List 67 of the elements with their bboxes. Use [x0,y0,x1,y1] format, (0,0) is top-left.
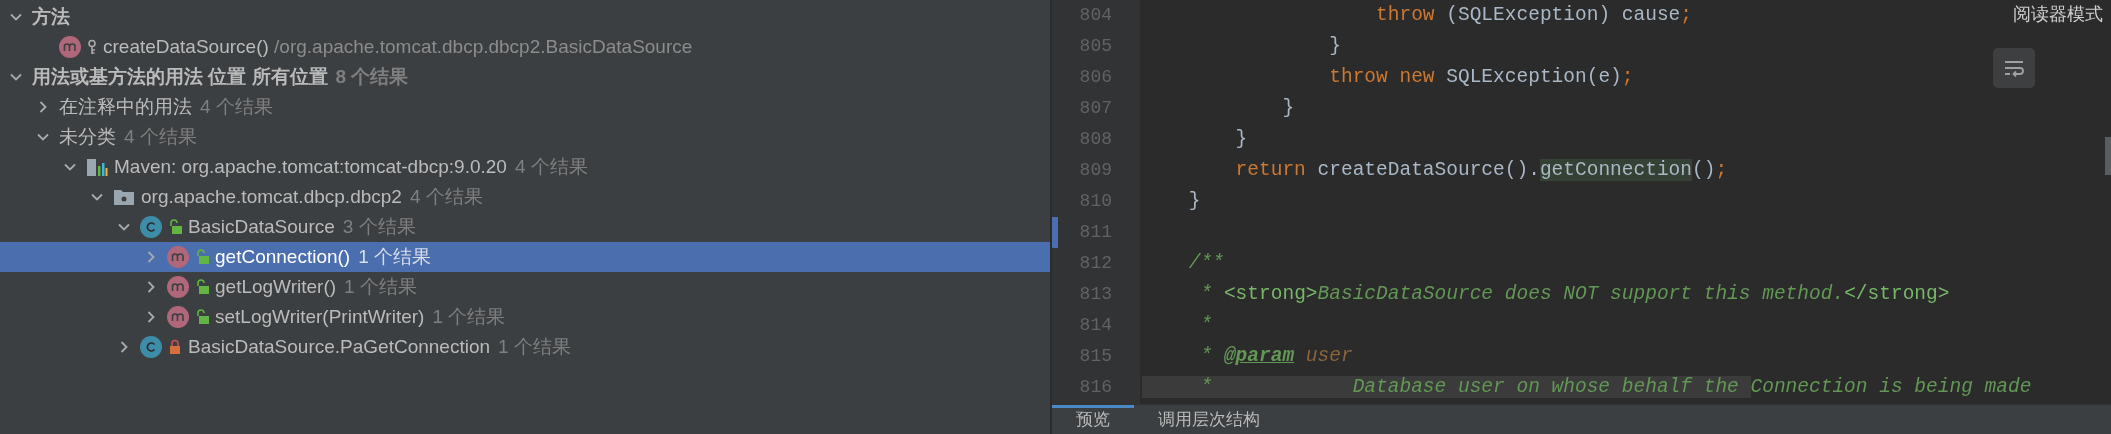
method-icon [167,276,189,298]
code-line: } [1234,127,1248,152]
tree-row[interactable]: createDataSource() /org.apache.tomcat.dbcp.dbcp2.BasicDataSource [0,32,1050,62]
node-label: setLogWriter(PrintWriter) [215,306,425,328]
node-label: 在注释中的用法 [59,95,192,119]
code-line: } [1281,96,1295,121]
code-line: * <strong>BasicDataSource does NOT support this method.</strong> [1199,282,1950,307]
tree-row[interactable]: setLogWriter(PrintWriter) 1 个结果 [0,302,1050,332]
result-count: 4 个结果 [409,185,483,209]
soft-wrap-button[interactable] [1993,48,2035,88]
reader-mode-link[interactable]: 阅读器模式 [2013,2,2103,26]
result-count: 1 个结果 [358,245,432,269]
class-icon [140,336,162,358]
tree-row[interactable]: getLogWriter() 1 个结果 [0,272,1050,302]
tree-row[interactable]: 用法或基方法的用法 位置 所有位置 8 个结果 [0,62,1050,92]
node-label: BasicDataSource [188,216,335,238]
method-icon [167,306,189,328]
open-lock-icon [195,279,209,295]
tree-row[interactable]: 在注释中的用法 4 个结果 [0,92,1050,122]
node-label: getLogWriter() [215,276,337,298]
key-icon [87,39,97,55]
open-lock-icon [195,249,209,265]
node-label: Maven: org.apache.tomcat:tomcat-dbcp:9.0.20 [114,156,507,178]
node-label: 方法 [32,5,70,29]
result-count: 4 个结果 [124,125,197,149]
open-lock-icon [195,309,209,325]
result-count: 4 个结果 [200,95,273,119]
result-count: 1 个结果 [344,275,417,299]
result-count: 4 个结果 [514,155,588,179]
library-icon [86,157,108,177]
tree-row[interactable]: 未分类 4 个结果 [0,122,1050,152]
code-line: * [1199,313,1213,338]
tree-row[interactable]: org.apache.tomcat.dbcp.dbcp2 4 个结果 [0,182,1050,212]
code-line: /** [1187,251,1224,276]
lock-icon [168,339,182,355]
code-line: * @param user [1199,344,1353,369]
code-line: } [1187,189,1201,214]
node-label: 用法或基方法的用法 位置 所有位置 [32,65,328,89]
bottom-tab[interactable]: 调用层次结构 [1134,405,1284,434]
node-label: createDataSource() [103,36,269,58]
bottom-tab[interactable]: 预览 [1052,405,1134,434]
tree-row[interactable]: getConnection() 1 个结果 [0,242,1050,272]
code-line: * Database user on whose behalf the Connection is being made [1142,372,2032,403]
tree-row[interactable]: 方法 [0,2,1050,32]
result-count: 1 个结果 [498,335,571,359]
code-line: throw (SQLException) cause; [1375,3,1692,28]
node-label: 未分类 [59,125,116,149]
code-line: throw new SQLException(e); [1328,65,1634,90]
scrollbar-thumb[interactable] [2105,137,2111,175]
class-icon [140,216,162,238]
method-icon [167,246,189,268]
node-path: /org.apache.tomcat.dbcp.dbcp2.BasicDataSource [273,36,693,58]
tree-row[interactable]: BasicDataSource.PaGetConnection 1 个结果 [0,332,1050,362]
open-lock-icon [168,219,182,235]
method-icon [59,36,81,58]
result-count: 1 个结果 [432,305,506,329]
tree-row[interactable]: BasicDataSource 3 个结果 [0,212,1050,242]
tree-row[interactable]: Maven: org.apache.tomcat:tomcat-dbcp:9.0.20 4 个结果 [0,152,1050,182]
result-count: 3 个结果 [342,215,416,239]
code-line: return createDataSource().getConnection(); [1234,158,1728,183]
node-label: org.apache.tomcat.dbcp.dbcp2 [141,186,402,208]
soft-wrap-icon [2003,59,2025,77]
node-label: getConnection() [215,246,351,268]
result-count: 8 个结果 [335,65,409,89]
package-folder-icon [113,188,135,206]
node-label: BasicDataSource.PaGetConnection [188,336,491,358]
code-line: } [1328,34,1341,59]
